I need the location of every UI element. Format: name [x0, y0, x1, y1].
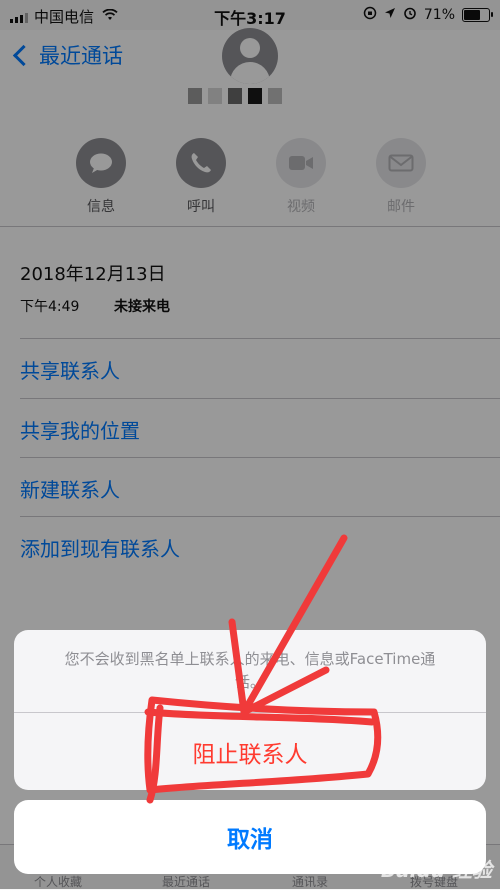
watermark: Baidu 经验	[380, 858, 492, 882]
block-action-sheet: 您不会收到黑名单上联系人的来电、信息或FaceTime通话。 阻止联系人	[14, 630, 486, 790]
block-contact-button[interactable]: 阻止联系人	[14, 713, 486, 790]
sheet-message: 您不会收到黑名单上联系人的来电、信息或FaceTime通话。	[64, 650, 436, 691]
